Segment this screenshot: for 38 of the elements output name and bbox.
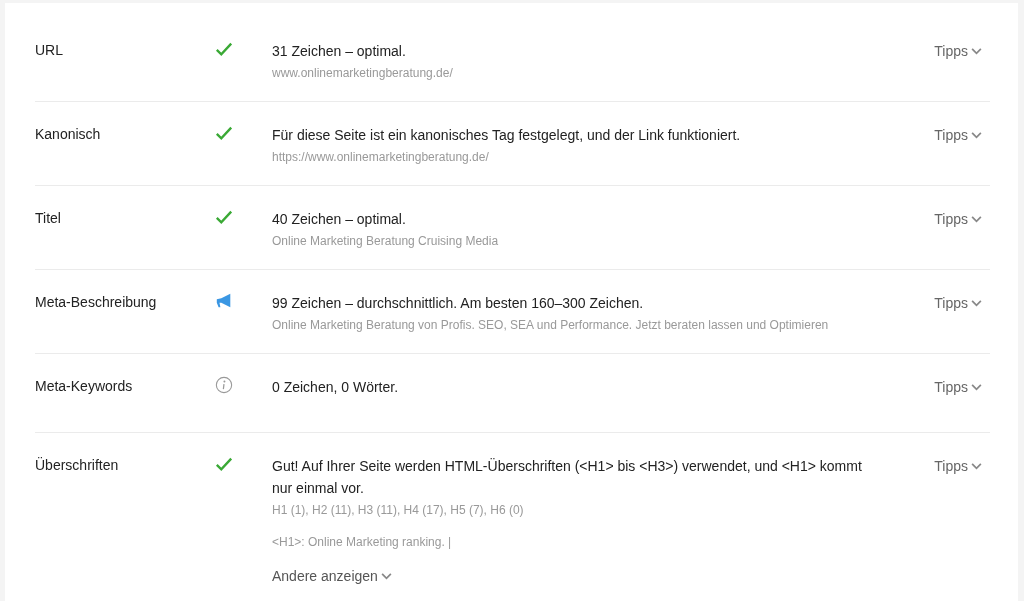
megaphone-icon <box>215 292 233 310</box>
detail-text: Online Marketing Beratung von Profis. SEO, SEA und Performance. Jetzt beraten lassen und Optimieren <box>272 317 830 334</box>
row-label: Kanonisch <box>35 125 102 144</box>
show-more-link[interactable]: Andere anzeigen <box>272 568 392 584</box>
detail-text: H1 (1), H2 (11), H3 (11), H4 (17), H5 (7), H6 (0) <box>272 502 525 519</box>
result-message: Gut! Auf Ihrer Seite werden HTML-Überschriften (<H1> bis <H3>) verwendet, und <H1> kommt nur einmal vor. <box>272 457 862 498</box>
chevron-down-icon <box>971 47 982 55</box>
tips-toggle[interactable]: Tipps <box>934 40 982 62</box>
chevron-down-icon <box>971 215 982 223</box>
detail-text: www.onlinemarketingberatung.de/ <box>272 65 454 82</box>
row-label: URL <box>35 41 64 60</box>
info-icon <box>215 376 233 394</box>
result-message: 40 Zeichen – optimal. <box>272 210 407 229</box>
chevron-down-icon <box>971 299 982 307</box>
heading-preview: <H1>: Online Marketing ranking. | <box>272 534 453 550</box>
result-message: 31 Zeichen – optimal. <box>272 42 407 61</box>
tips-toggle[interactable]: Tipps <box>934 292 982 314</box>
tips-toggle[interactable]: Tipps <box>934 376 982 398</box>
row-label: Titel <box>35 209 62 228</box>
detail-text: https://www.onlinemarketingberatung.de/ <box>272 149 490 166</box>
row-label: Überschriften <box>35 456 120 475</box>
checkmark-icon <box>215 455 233 473</box>
tips-toggle[interactable]: Tipps <box>934 208 982 230</box>
result-message: 0 Zeichen, 0 Wörter. <box>272 378 400 397</box>
chevron-down-icon <box>971 462 982 470</box>
chevron-down-icon <box>380 572 392 580</box>
row-label: Meta-Beschreibung <box>35 293 158 312</box>
checkmark-icon <box>215 40 233 58</box>
checkmark-icon <box>215 124 233 142</box>
result-message: 99 Zeichen – durchschnittlich. Am besten 160–300 Zeichen. <box>272 294 645 313</box>
tips-toggle[interactable]: Tipps <box>934 124 982 146</box>
row-label: Meta-Keywords <box>35 377 134 396</box>
result-message: Für diese Seite ist ein kanonisches Tag festgelegt, und der Link funktioniert. <box>272 126 742 145</box>
chevron-down-icon <box>971 383 982 391</box>
chevron-down-icon <box>971 131 982 139</box>
detail-text: Online Marketing Beratung Cruising Media <box>272 233 500 250</box>
checkmark-icon <box>215 208 233 226</box>
tips-toggle[interactable]: Tipps <box>934 455 982 477</box>
